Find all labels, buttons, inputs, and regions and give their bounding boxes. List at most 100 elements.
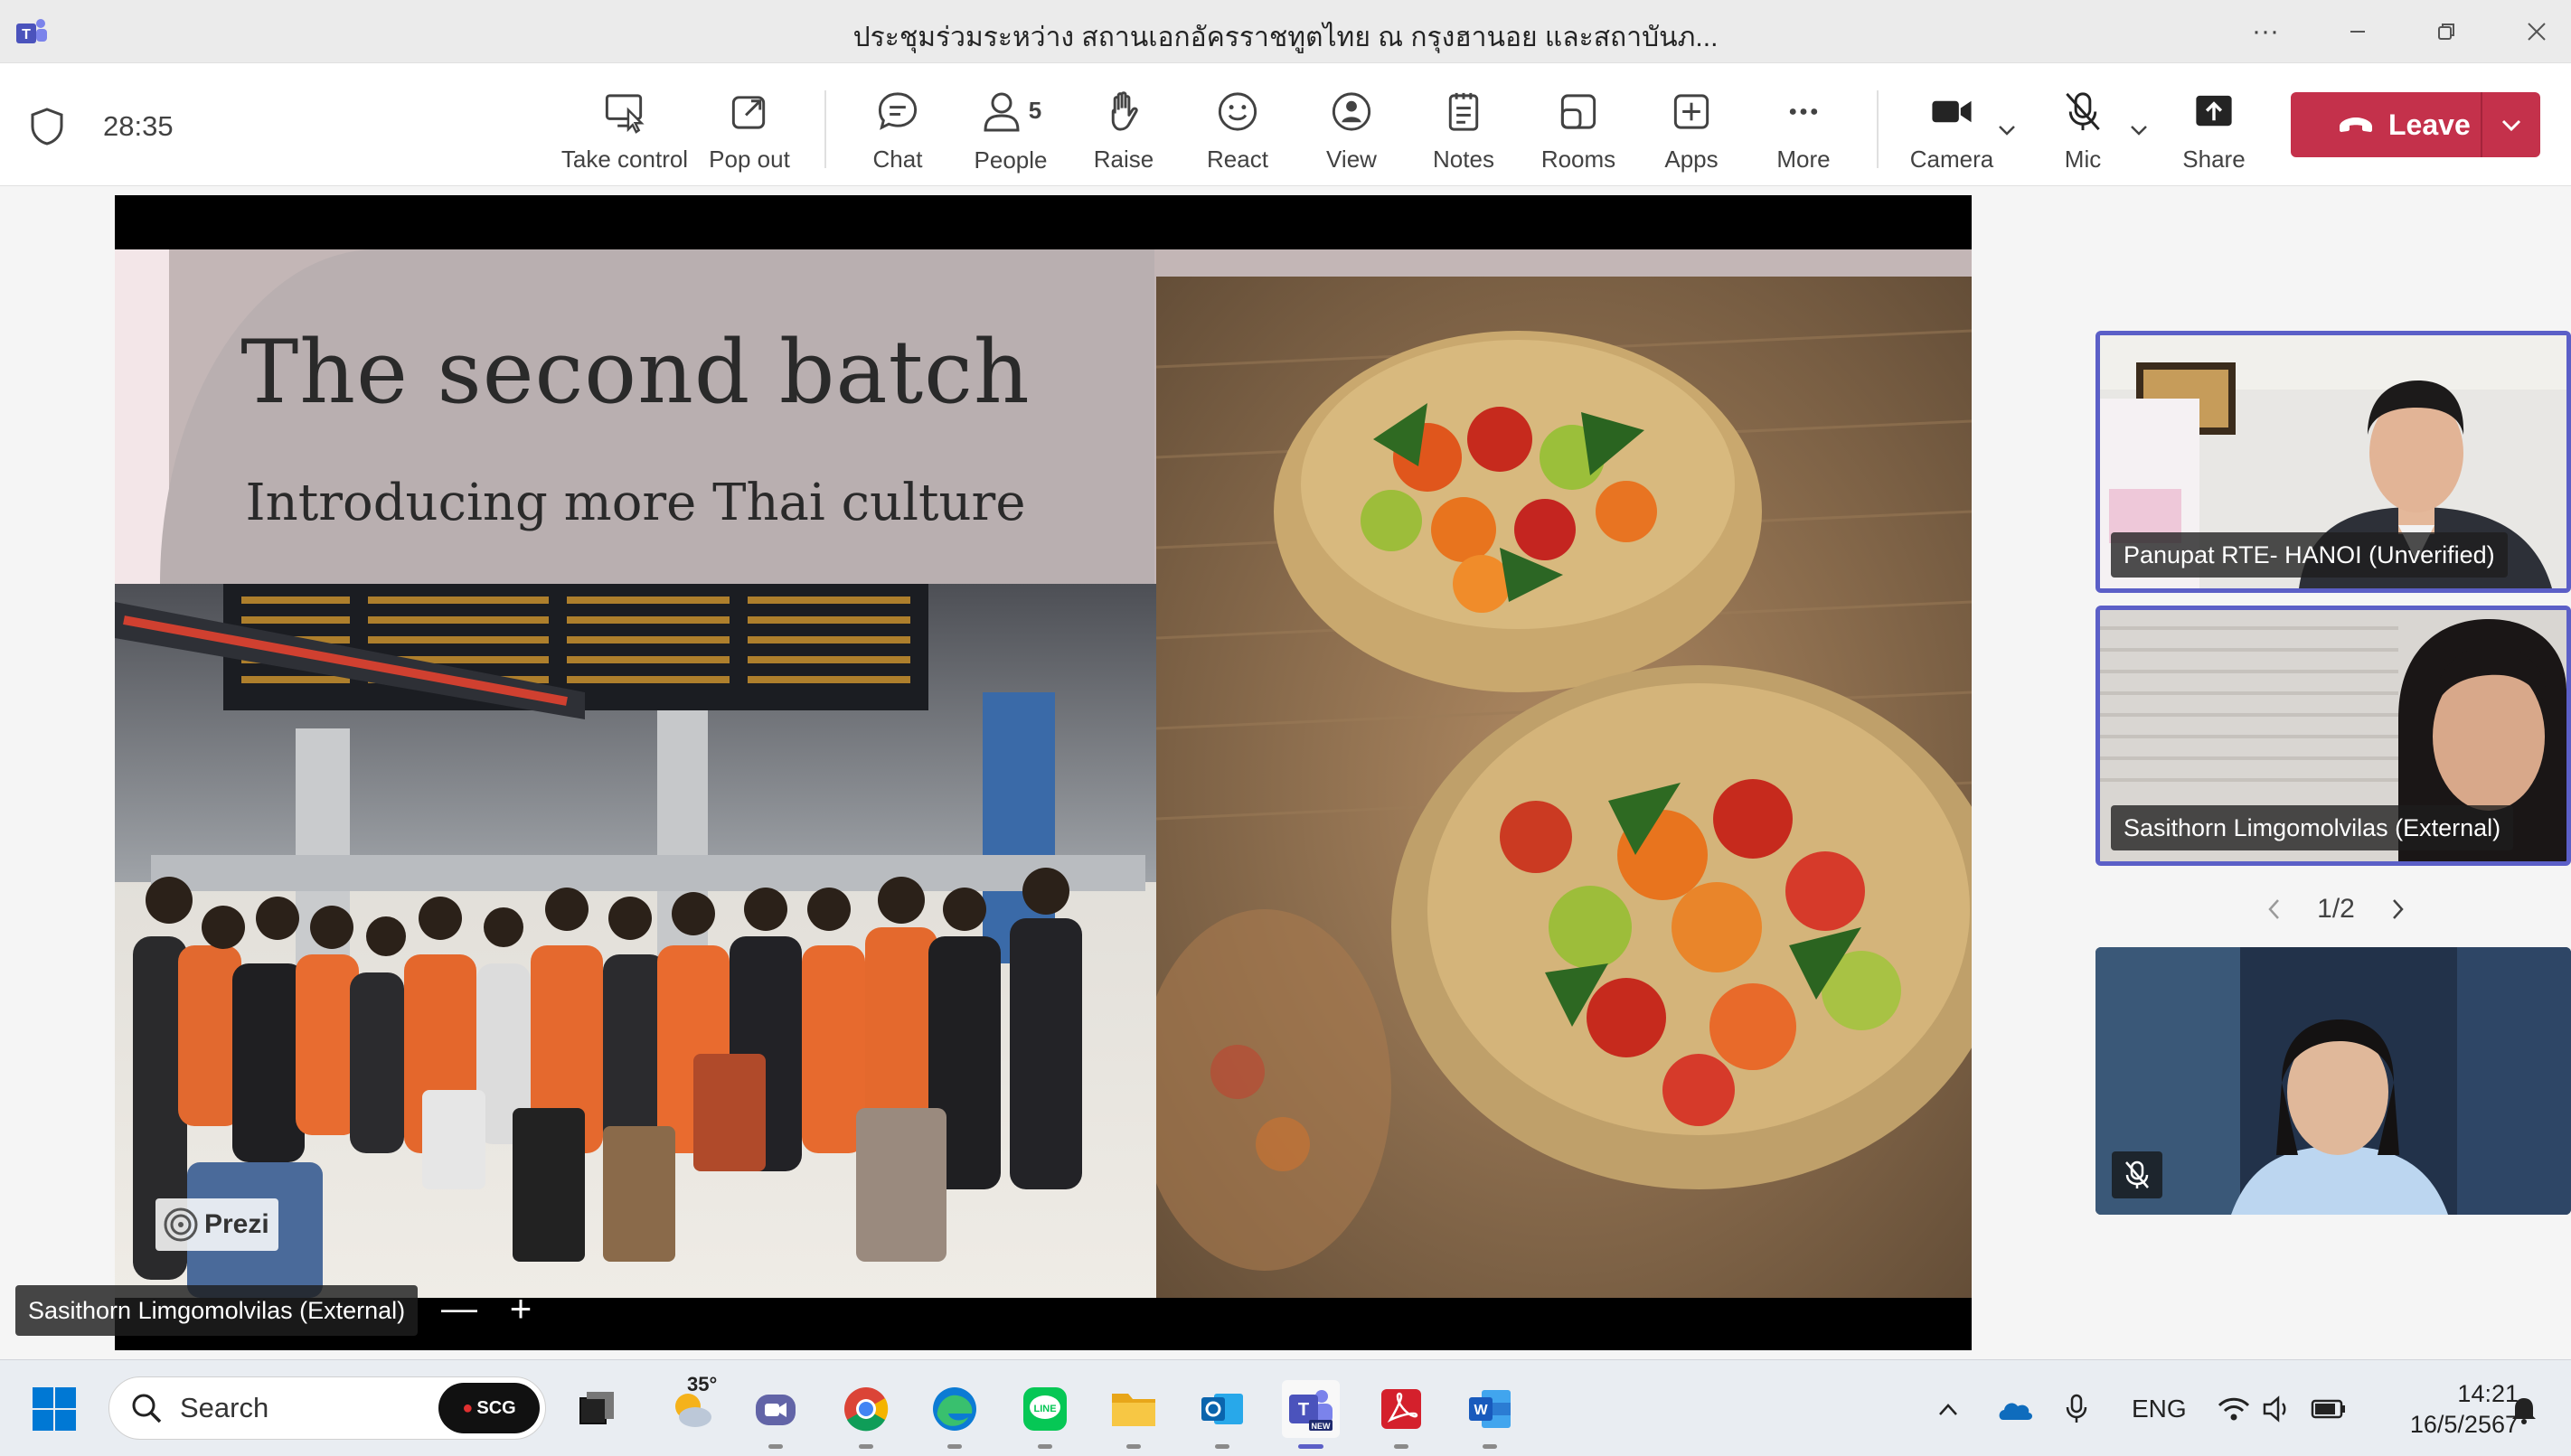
restore-button[interactable] [2414, 9, 2479, 54]
react-button[interactable]: React [1199, 83, 1276, 174]
more-options-button[interactable]: ··· [2233, 9, 2298, 54]
windows-start-icon[interactable] [31, 1386, 78, 1433]
share-button[interactable]: Share [2171, 83, 2256, 174]
onedrive-cloud-icon[interactable] [1996, 1396, 2034, 1423]
previous-page-chevron-icon[interactable] [2264, 896, 2285, 923]
notes-button[interactable]: Notes [1425, 83, 1502, 174]
zoom-out-button[interactable]: — [441, 1291, 477, 1327]
folder-icon [1112, 1394, 1155, 1426]
group-photo-image [115, 584, 1156, 1298]
toolbar-separator [824, 90, 826, 168]
minimize-icon [2350, 31, 2365, 33]
svg-text:NEW: NEW [1312, 1422, 1332, 1431]
mic-button[interactable]: Mic [2045, 83, 2121, 174]
line-messenger-icon: LINE [1023, 1387, 1067, 1431]
presentation-slide: The second batch Introducing more Thai c… [115, 249, 1972, 1298]
meeting-toolbar: 28:35 Take control Pop out Chat 5 People… [0, 63, 2571, 186]
minimize-button[interactable] [2325, 9, 2390, 54]
airport-group-photo [115, 584, 1156, 1298]
page-indicator: 1/2 [2317, 894, 2355, 924]
view-button[interactable]: View [1313, 83, 1390, 174]
teams-new-icon: T NEW [1289, 1390, 1333, 1431]
restore-icon [2438, 23, 2454, 40]
microphone-tray-icon[interactable] [2063, 1393, 2090, 1425]
camera-icon [1932, 100, 1972, 123]
raise-hand-icon [1111, 91, 1138, 131]
taskbar-clock[interactable]: 14:21 16/5/2567 [2401, 1378, 2519, 1440]
more-button[interactable]: More [1765, 83, 1842, 174]
prezi-badge: Prezi [155, 1198, 278, 1251]
people-button[interactable]: 5 People [967, 83, 1054, 174]
taskbar-teams[interactable]: T NEW [1282, 1380, 1340, 1449]
slide-title: The second batch [240, 322, 1031, 423]
taskbar-edge[interactable] [926, 1380, 984, 1449]
raise-hand-button[interactable]: Raise [1085, 83, 1163, 174]
taskbar-task-view[interactable] [568, 1380, 626, 1438]
wifi-icon[interactable] [2217, 1395, 2251, 1423]
camera-options-chevron-icon[interactable] [1994, 117, 2020, 143]
take-control-icon [605, 94, 645, 134]
self-muted-badge [2112, 1151, 2162, 1198]
mic-off-icon [2066, 92, 2100, 131]
toolbar-separator [1877, 90, 1879, 168]
pop-out-button[interactable]: Pop out [702, 83, 797, 174]
notes-icon [1448, 92, 1479, 131]
participant-pager: 1/2 [2264, 889, 2408, 929]
people-count: 5 [1028, 97, 1042, 124]
rooms-icon [1560, 94, 1596, 129]
apps-button[interactable]: Apps [1653, 83, 1730, 174]
chat-icon [878, 92, 918, 130]
participant-tile[interactable]: Panupat RTE- HANOI (Unverified) [2095, 331, 2571, 593]
close-button[interactable] [2504, 9, 2569, 54]
leave-options-chevron-icon[interactable] [2497, 110, 2526, 139]
search-icon [132, 1394, 162, 1423]
self-video-feed [2095, 947, 2571, 1215]
window-title: ประชุมร่วมระหว่าง สถานเอกอัครราชทูตไทย ณ… [852, 23, 1719, 52]
participant-name: Panupat RTE- HANOI (Unverified) [2111, 532, 2508, 578]
next-page-chevron-icon[interactable] [2387, 896, 2408, 923]
hang-up-icon [2340, 117, 2372, 132]
weather-temperature: 35° [687, 1373, 718, 1395]
taskbar-line[interactable]: LINE [1016, 1380, 1074, 1449]
more-dots-icon [1789, 108, 1818, 115]
taskbar-word[interactable]: W [1461, 1380, 1519, 1449]
taskbar-acrobat[interactable] [1372, 1380, 1430, 1449]
rooms-button[interactable]: Rooms [1537, 83, 1620, 174]
chat-button[interactable]: Chat [859, 83, 937, 174]
pop-out-icon [731, 96, 766, 129]
battery-icon[interactable] [2311, 1396, 2347, 1422]
participant-tile[interactable]: Sasithorn Limgomolvilas (External) [2095, 606, 2571, 866]
input-language[interactable]: ENG [2132, 1395, 2187, 1423]
taskbar-outlook[interactable] [1193, 1380, 1251, 1449]
taskbar-teams-meet[interactable] [747, 1380, 805, 1449]
word-icon: W [1469, 1390, 1511, 1428]
camera-button[interactable]: Camera [1907, 83, 1996, 174]
smiley-icon [1218, 92, 1257, 131]
take-control-button[interactable]: Take control [559, 83, 691, 174]
svg-text:W: W [1474, 1403, 1488, 1418]
scg-search-badge[interactable]: ● SCG [438, 1383, 540, 1433]
windows-taskbar: Search ● SCG 35° LINE T NEW W ENG 14:21 … [0, 1359, 2571, 1456]
show-hidden-icons-chevron-icon[interactable] [1935, 1396, 1962, 1423]
shield-icon[interactable] [29, 107, 65, 146]
people-icon [984, 92, 1020, 132]
shared-content-stage: The second batch Introducing more Thai c… [115, 195, 1972, 1350]
taskbar-file-explorer[interactable] [1105, 1380, 1163, 1449]
taskbar-chrome[interactable] [837, 1380, 895, 1449]
presenter-name-label: Sasithorn Limgomolvilas (External) [15, 1285, 419, 1336]
leave-divider [2481, 92, 2482, 157]
meeting-timer: 28:35 [103, 110, 174, 142]
task-view-icon [579, 1392, 614, 1424]
share-screen-icon [2196, 95, 2232, 127]
mic-options-chevron-icon[interactable] [2126, 117, 2152, 143]
self-video-tile[interactable] [2095, 947, 2571, 1215]
outlook-icon [1201, 1394, 1243, 1424]
zoom-in-button[interactable]: + [503, 1290, 539, 1328]
taskbar-search-box[interactable]: Search ● SCG [108, 1376, 546, 1440]
leave-button[interactable]: Leave [2291, 92, 2540, 157]
participant-name: Sasithorn Limgomolvilas (External) [2111, 805, 2514, 850]
thai-dessert-photo [1156, 277, 1972, 1298]
notification-bell-icon[interactable] [2510, 1395, 2538, 1425]
chrome-icon [844, 1387, 889, 1432]
volume-icon[interactable] [2262, 1395, 2294, 1423]
